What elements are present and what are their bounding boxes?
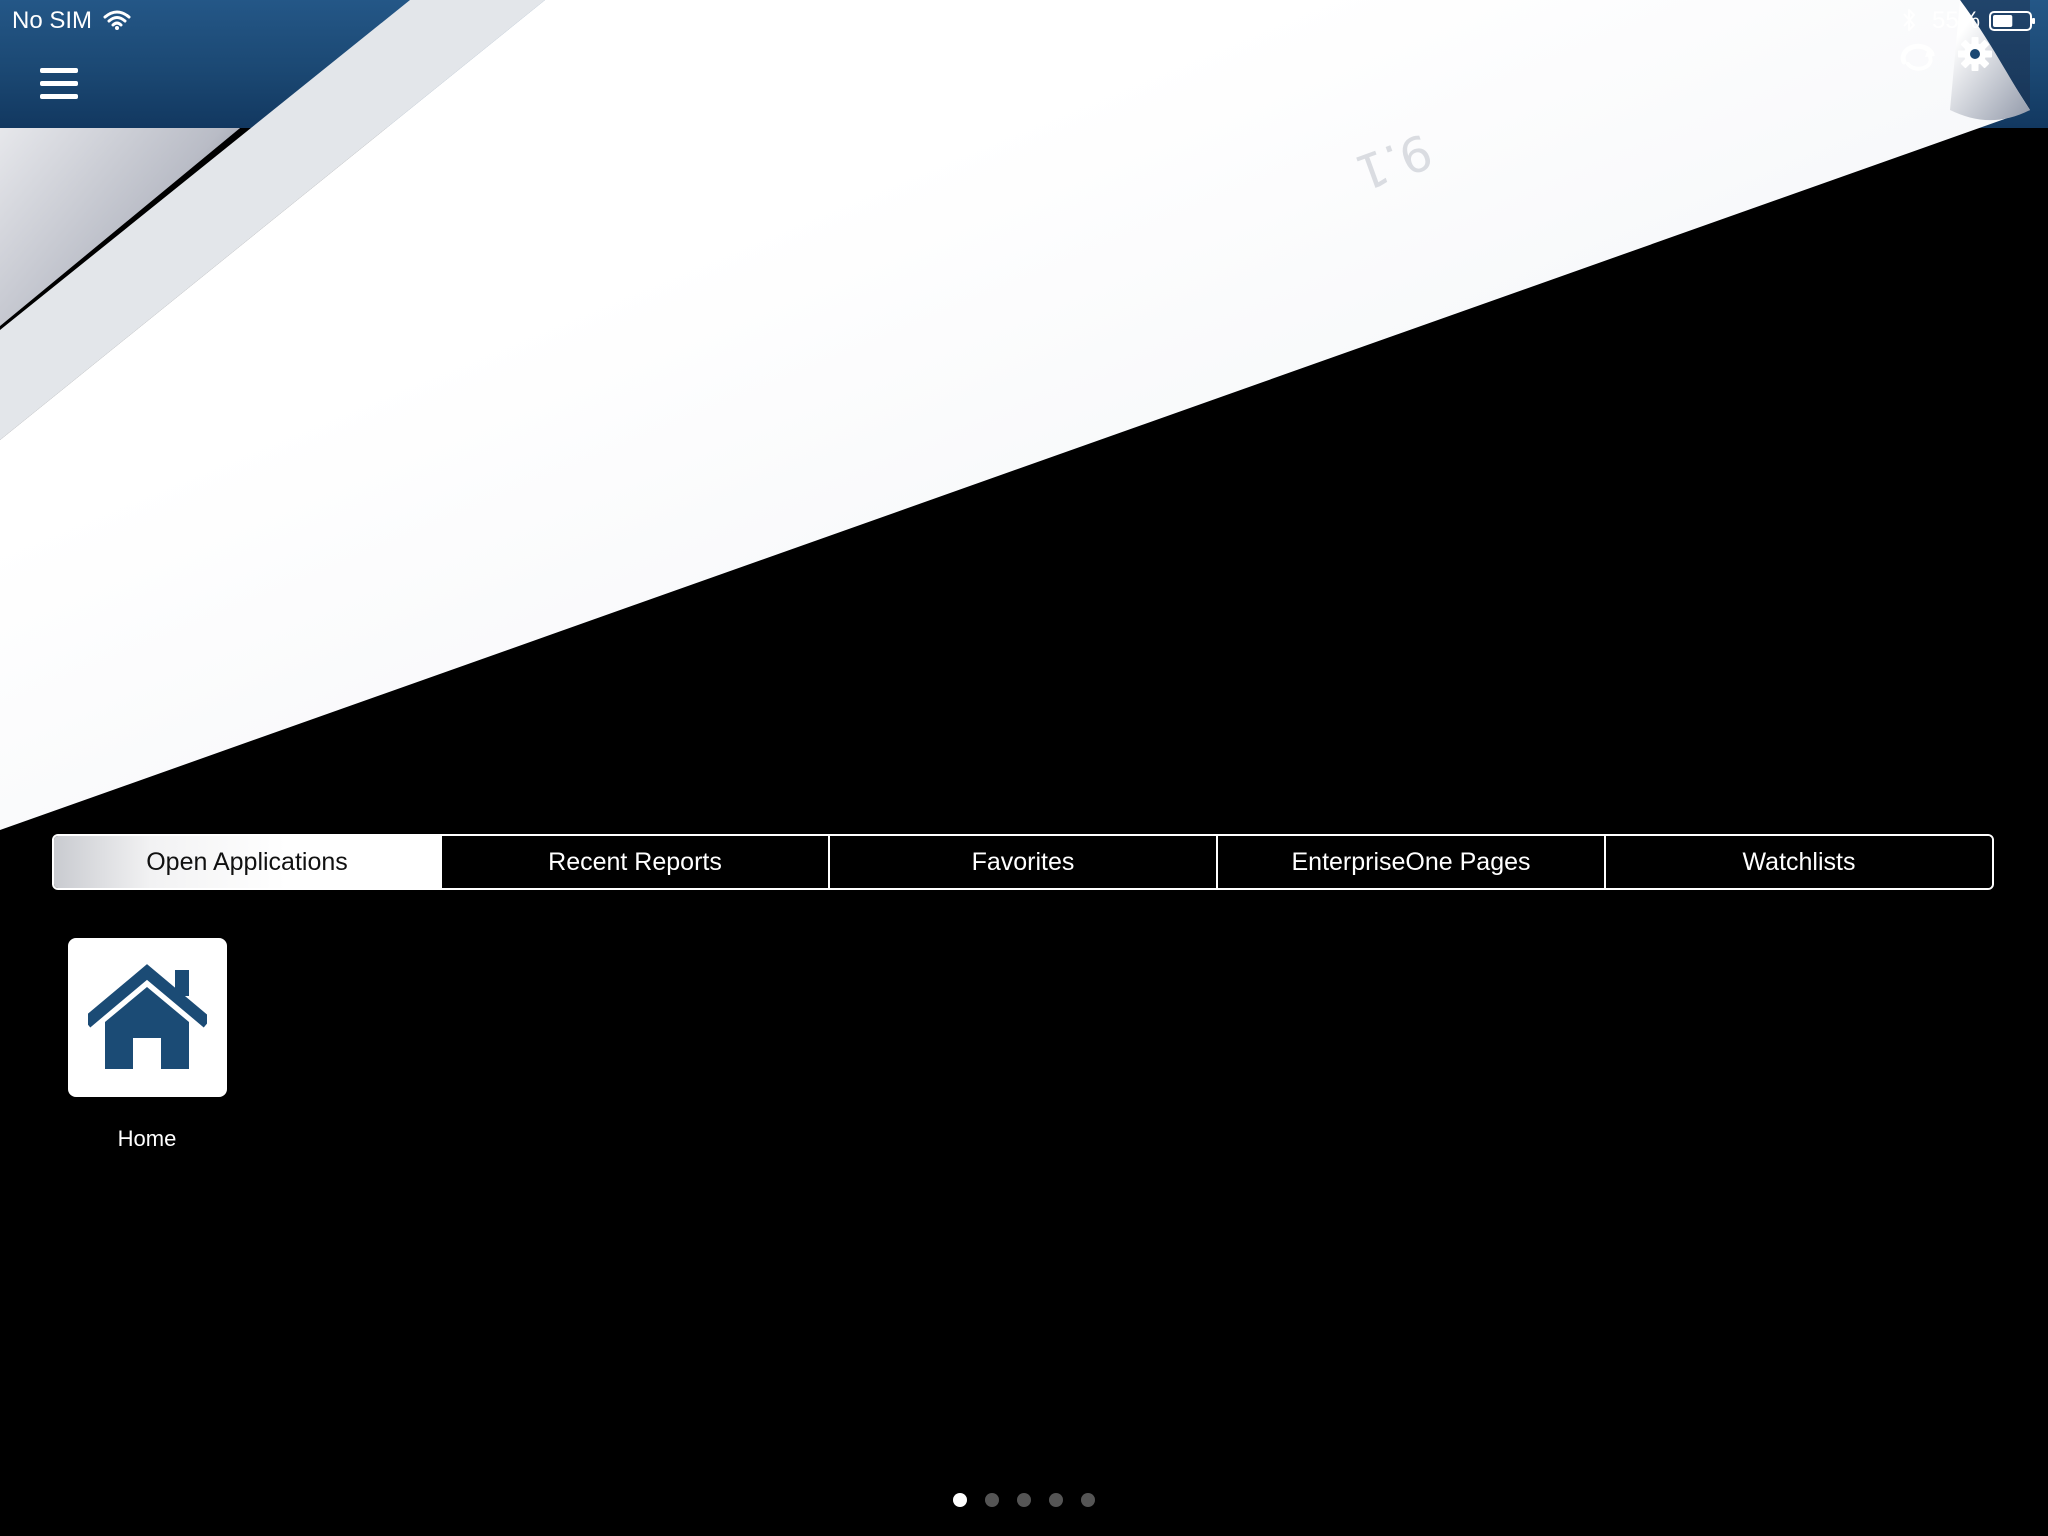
battery-percent: 55% — [1932, 7, 1981, 34]
page-dot[interactable] — [1049, 1493, 1063, 1507]
sync-button[interactable] — [1900, 40, 1936, 74]
carrier-label: No SIM — [12, 7, 93, 34]
tab-favorites[interactable]: Favorites — [828, 836, 1216, 888]
page-dot[interactable] — [985, 1493, 999, 1507]
gear-icon — [1958, 37, 1992, 71]
settings-button[interactable] — [1957, 36, 1993, 72]
app-tile-home[interactable]: Home — [64, 934, 230, 1164]
app-icon-box — [68, 938, 227, 1097]
menu-button[interactable] — [36, 64, 82, 104]
app-label: Home — [117, 1126, 177, 1151]
page-dot[interactable] — [1017, 1493, 1031, 1507]
wifi-icon — [103, 10, 131, 30]
page-indicator[interactable] — [945, 1489, 1105, 1509]
page-dot[interactable] — [953, 1493, 967, 1507]
page-dot[interactable] — [1081, 1493, 1095, 1507]
home-icon — [88, 964, 207, 1069]
page-curl-graphic: 9.1 — [0, 0, 2030, 830]
tab-enterpriseone-pages[interactable]: EnterpriseOne Pages — [1216, 836, 1604, 888]
sync-icon — [1900, 43, 1935, 71]
segmented-tab-bar: Open Applications Recent Reports Favorit… — [52, 834, 1994, 890]
tab-recent-reports[interactable]: Recent Reports — [440, 836, 828, 888]
battery-icon — [1989, 11, 2035, 31]
bluetooth-icon — [1903, 9, 1915, 31]
hamburger-menu-icon — [36, 64, 82, 104]
app-screen: 9.1 No SIM 55% Open Applications Recent … — [0, 0, 2048, 1536]
tab-watchlists[interactable]: Watchlists — [1604, 836, 1992, 888]
tab-open-applications[interactable]: Open Applications — [54, 836, 440, 888]
